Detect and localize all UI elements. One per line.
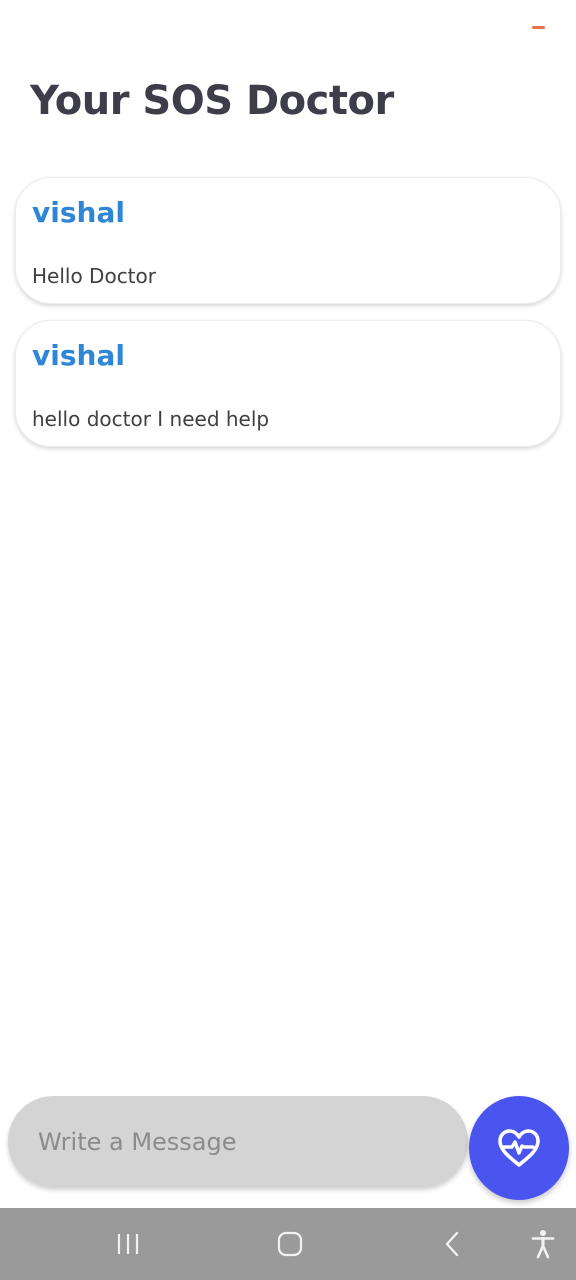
back-button[interactable] [422, 1208, 482, 1280]
home-icon [277, 1231, 303, 1257]
status-indicator-dash [532, 26, 545, 29]
accessibility-icon [531, 1229, 555, 1259]
message-sender: vishal [32, 339, 125, 372]
message-text: hello doctor I need help [32, 407, 270, 431]
send-button[interactable] [469, 1096, 569, 1200]
message-card[interactable]: vishal Hello Doctor [15, 177, 561, 304]
recent-apps-button[interactable] [98, 1208, 158, 1280]
home-button[interactable] [260, 1208, 320, 1280]
system-nav-bar [0, 1208, 576, 1280]
accessibility-button[interactable] [520, 1208, 566, 1280]
message-input[interactable] [8, 1096, 468, 1187]
recent-apps-icon [116, 1232, 140, 1256]
page-title: Your SOS Doctor [30, 78, 394, 124]
heart-pulse-icon [496, 1127, 542, 1169]
message-text: Hello Doctor [32, 264, 156, 288]
message-list: vishal Hello Doctor vishal hello doctor … [15, 177, 561, 463]
back-icon [443, 1231, 461, 1257]
message-card[interactable]: vishal hello doctor I need help [15, 320, 561, 447]
message-sender: vishal [32, 196, 125, 229]
